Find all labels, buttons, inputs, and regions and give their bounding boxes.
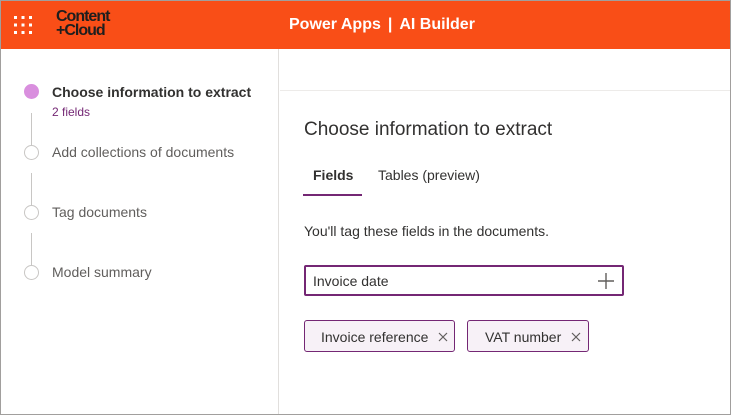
section-name: AI Builder [399, 16, 475, 33]
step-field-count: 2 fields [52, 105, 91, 119]
page-title: Choose information to extract [304, 119, 553, 140]
step-connector [31, 233, 32, 265]
tab-fields[interactable]: Fields [313, 167, 353, 183]
step-indicator [24, 265, 39, 280]
add-icon[interactable] [597, 272, 615, 290]
field-input-box [304, 265, 624, 296]
step-label: Tag documents [52, 204, 147, 220]
field-chip[interactable]: Invoice reference [304, 320, 455, 352]
app-name: Power Apps [289, 16, 381, 33]
logo-line-2: +Cloud [56, 22, 106, 39]
close-icon[interactable] [437, 330, 449, 342]
app-title: Power Apps | AI Builder [289, 16, 475, 34]
wizard-steps: Choose information to extract 2 fields A… [1, 49, 279, 414]
title-separator: | [387, 16, 393, 33]
waffle-icon[interactable] [13, 15, 33, 35]
step-connector [31, 113, 32, 145]
step-label: Choose information to extract [52, 84, 252, 100]
field-chip[interactable]: VAT number [467, 320, 589, 352]
field-chip-label: VAT number [485, 329, 562, 345]
close-icon[interactable] [570, 330, 582, 342]
main-divider [280, 90, 730, 91]
top-bar: Content +Cloud Power Apps | AI Builder [1, 1, 730, 49]
field-chip-label: Invoice reference [321, 329, 429, 345]
step-indicator-active [24, 84, 39, 99]
app-window: Content +Cloud Power Apps | AI Builder Cho… [0, 0, 731, 415]
step-indicator [24, 145, 39, 160]
step-label: Add collections of documents [52, 144, 235, 160]
field-name-input[interactable] [313, 271, 583, 291]
tab-tables-preview[interactable]: Tables (preview) [378, 167, 480, 183]
step-indicator [24, 205, 39, 220]
company-logo[interactable]: Content +Cloud [56, 9, 110, 39]
tab-selected-indicator [303, 194, 362, 196]
step-connector [31, 173, 32, 205]
step-label: Model summary [52, 264, 152, 280]
fields-hint: You'll tag these fields in the documents… [304, 223, 549, 239]
